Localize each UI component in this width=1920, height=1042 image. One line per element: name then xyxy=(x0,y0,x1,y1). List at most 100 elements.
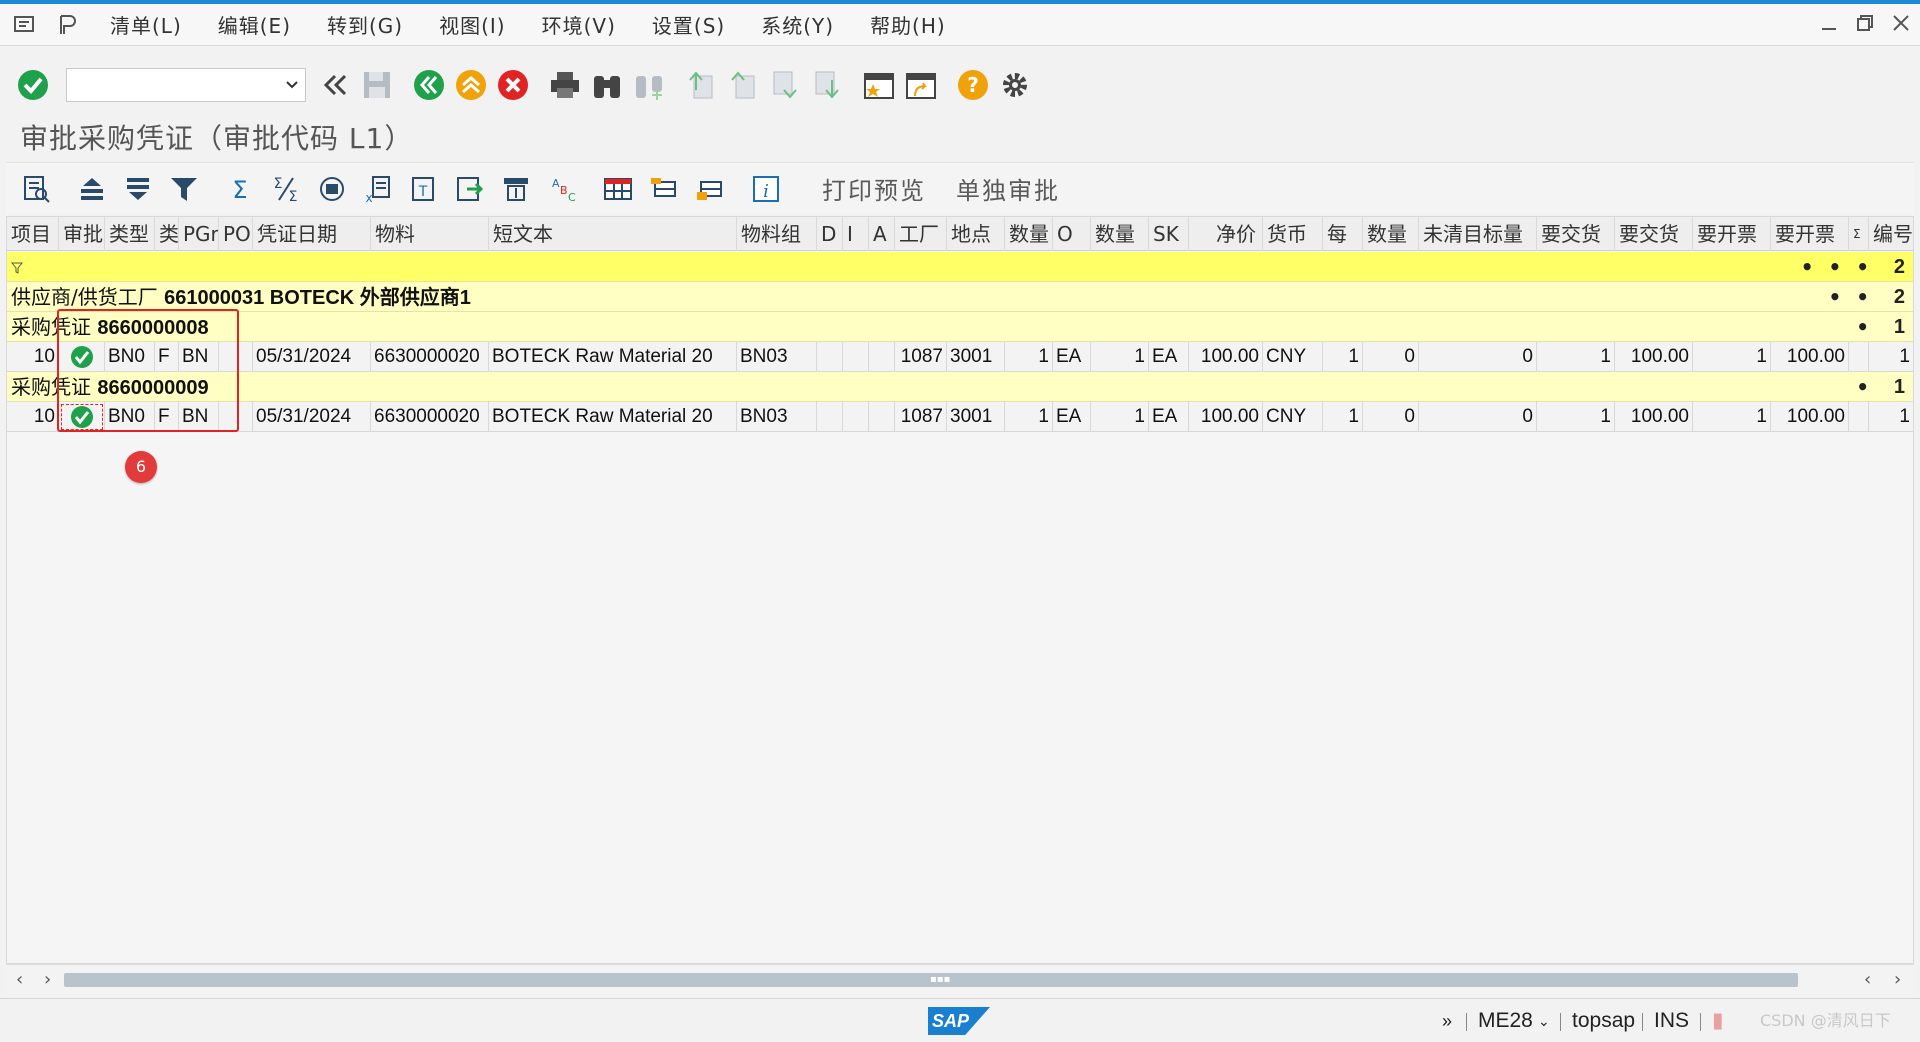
col-header-to-invoice-value[interactable]: 要开票 xyxy=(1771,217,1849,251)
word-processing-icon[interactable]: T xyxy=(404,169,444,209)
col-header-to-deliver-value[interactable]: 要交货 xyxy=(1615,217,1693,251)
col-header-net-price[interactable]: 净价 xyxy=(1189,217,1263,251)
back-icon[interactable] xyxy=(410,66,448,104)
col-header-to-invoice-qty[interactable]: 要开票 xyxy=(1693,217,1771,251)
save-layout-icon[interactable] xyxy=(690,169,730,209)
change-layout-icon[interactable] xyxy=(598,169,638,209)
sort-ascending-icon[interactable] xyxy=(72,169,112,209)
filter-summary-row[interactable]: • • • 2 xyxy=(7,252,1913,282)
abc-analysis-icon[interactable]: ABC xyxy=(542,169,582,209)
first-page-icon[interactable] xyxy=(682,66,720,104)
col-header-i[interactable]: I xyxy=(843,217,869,251)
col-header-order-unit[interactable]: O xyxy=(1053,217,1091,251)
chevron-down-icon[interactable]: ⌄ xyxy=(1538,999,1550,1042)
menu-environment[interactable]: 环境(V) xyxy=(542,10,616,39)
scroll-left-icon[interactable]: ‹ xyxy=(16,965,23,995)
insert-mode[interactable]: INS xyxy=(1654,999,1689,1042)
restore-icon[interactable] xyxy=(1854,12,1876,34)
col-header-category[interactable]: 类 xyxy=(155,217,179,251)
col-header-approval[interactable]: 审批 xyxy=(59,217,105,251)
col-header-doc-date[interactable]: 凭证日期 xyxy=(253,217,371,251)
menu-view[interactable]: 视图(I) xyxy=(439,10,506,39)
sort-descending-icon[interactable] xyxy=(118,169,158,209)
menu-system[interactable]: 系统(Y) xyxy=(761,10,834,39)
menu-settings[interactable]: 设置(S) xyxy=(652,10,725,39)
cell-doc-date: 05/31/2024 xyxy=(253,402,371,432)
table-row[interactable]: 10 BN0 F BN 05/31/2024 6630000020 BOTECK… xyxy=(7,402,1913,432)
col-header-sku[interactable]: SK xyxy=(1149,217,1189,251)
help-icon[interactable]: ? xyxy=(954,66,992,104)
last-page-icon[interactable] xyxy=(808,66,846,104)
sum-icon[interactable]: Σ xyxy=(220,169,260,209)
col-header-currency[interactable]: 货币 xyxy=(1263,217,1323,251)
col-header-number[interactable]: 编号 xyxy=(1869,217,1913,251)
col-header-open-target[interactable]: 未清目标量 xyxy=(1419,217,1537,251)
col-header-pgr[interactable]: PGr xyxy=(179,217,219,251)
double-chevron-right-icon[interactable]: » xyxy=(1442,999,1452,1042)
scroll-right-icon[interactable]: › xyxy=(44,965,51,995)
next-page-icon[interactable] xyxy=(766,66,804,104)
print-preview-icon[interactable] xyxy=(312,169,352,209)
info-icon[interactable]: i xyxy=(746,169,786,209)
vendor-group-row[interactable]: 供应商/供货工厂 661000031 BOTECK 外部供应商1 • • 2 xyxy=(7,282,1913,312)
enter-icon[interactable] xyxy=(14,66,52,104)
col-header-a[interactable]: A xyxy=(869,217,895,251)
po-group-row[interactable]: 采购凭证 8660000009 • 1 xyxy=(7,372,1913,402)
cell-material-group: BN03 xyxy=(737,402,817,432)
send-icon[interactable] xyxy=(496,169,536,209)
save-icon[interactable] xyxy=(358,66,396,104)
local-file-icon[interactable] xyxy=(450,169,490,209)
col-header-material-group[interactable]: 物料组 xyxy=(737,217,817,251)
col-header-item[interactable]: 项目 xyxy=(7,217,59,251)
po-group-dots: • xyxy=(1856,375,1873,399)
scroll-right-end-icon[interactable]: › xyxy=(1894,965,1901,995)
menu-edit[interactable]: 编辑(E) xyxy=(218,10,291,39)
gear-icon[interactable] xyxy=(996,66,1034,104)
col-header-po[interactable]: PO xyxy=(219,217,253,251)
minimize-icon[interactable] xyxy=(1818,12,1840,34)
close-icon[interactable] xyxy=(1890,12,1912,34)
details-icon[interactable] xyxy=(16,169,56,209)
chevron-down-icon[interactable] xyxy=(285,80,299,90)
col-header-per[interactable]: 每 xyxy=(1323,217,1363,251)
scroll-left-end-icon[interactable]: ‹ xyxy=(1864,965,1871,995)
scrollbar-thumb[interactable]: ▪▪▪ xyxy=(64,973,1798,987)
col-header-short-text[interactable]: 短文本 xyxy=(489,217,737,251)
print-preview-button[interactable]: 打印预览 xyxy=(822,171,926,206)
horizontal-scrollbar[interactable]: ‹ › ▪▪▪ ‹ › xyxy=(6,964,1914,994)
col-header-location[interactable]: 地点 xyxy=(947,217,1005,251)
menu-goto[interactable]: 转到(G) xyxy=(327,10,403,39)
command-field[interactable] xyxy=(66,68,306,102)
print-icon[interactable] xyxy=(546,66,584,104)
filter-icon[interactable] xyxy=(164,169,204,209)
col-header-quantity-2[interactable]: 数量 xyxy=(1091,217,1149,251)
create-session-icon[interactable] xyxy=(860,66,898,104)
col-header-quantity[interactable]: 数量 xyxy=(1005,217,1053,251)
generate-shortcut-icon[interactable] xyxy=(902,66,940,104)
export-excel-icon[interactable]: x xyxy=(358,169,398,209)
col-header-quantity-3[interactable]: 数量 xyxy=(1363,217,1419,251)
menu-help[interactable]: 帮助(H) xyxy=(870,10,946,39)
system-menu-icon[interactable] xyxy=(8,8,42,42)
cancel-icon[interactable] xyxy=(494,66,532,104)
exit-icon[interactable] xyxy=(452,66,490,104)
col-header-to-deliver-qty[interactable]: 要交货 xyxy=(1537,217,1615,251)
double-chevron-left-icon[interactable] xyxy=(316,66,354,104)
menu-list[interactable]: 清单(L) xyxy=(110,10,182,39)
col-header-type[interactable]: 类型 xyxy=(105,217,155,251)
cell-quantity: 1 xyxy=(1005,342,1053,372)
subtotal-icon[interactable]: ΣΣ xyxy=(266,169,306,209)
po-group-row[interactable]: 采购凭证 8660000008 • 1 xyxy=(7,312,1913,342)
previous-page-icon[interactable] xyxy=(724,66,762,104)
single-approve-button[interactable]: 单独审批 xyxy=(956,171,1060,206)
table-row[interactable]: 10 BN0 F BN 05/31/2024 6630000020 BOTECK… xyxy=(7,342,1913,372)
col-header-d[interactable]: D xyxy=(817,217,843,251)
col-header-plant[interactable]: 工厂 xyxy=(895,217,947,251)
find-icon[interactable] xyxy=(588,66,626,104)
col-header-material[interactable]: 物料 xyxy=(371,217,489,251)
select-layout-icon[interactable] xyxy=(644,169,684,209)
find-next-icon[interactable] xyxy=(630,66,668,104)
sap-gui-icon[interactable] xyxy=(50,8,84,42)
transaction-code[interactable]: ME28 xyxy=(1478,999,1533,1042)
col-header-sum[interactable]: Σ xyxy=(1849,217,1869,251)
